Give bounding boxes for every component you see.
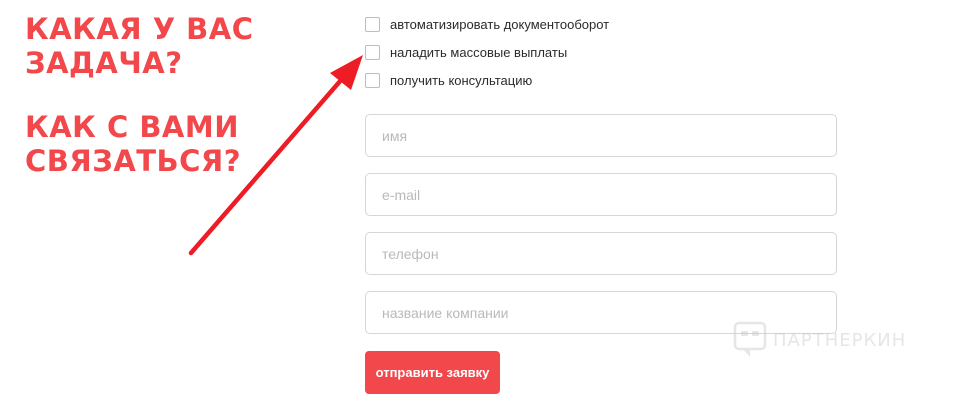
partnerkin-watermark: ПАРТНЕРКИН xyxy=(733,320,906,360)
watermark-text: ПАРТНЕРКИН xyxy=(773,329,907,351)
partnerkin-logo-icon xyxy=(733,321,767,357)
